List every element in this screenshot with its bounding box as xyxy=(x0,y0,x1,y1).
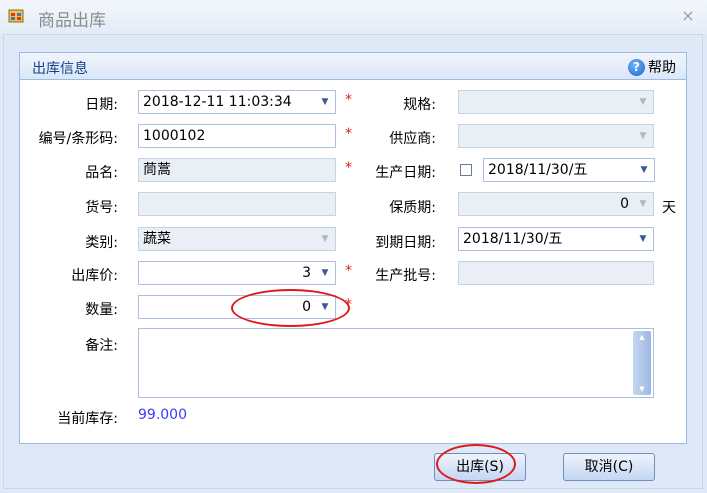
panel-title: 出库信息 xyxy=(32,61,88,77)
mfg-date-picker[interactable]: 2018/11/30/五 ▼ xyxy=(483,158,655,182)
scroll-up-icon[interactable]: ▲ xyxy=(633,331,651,343)
scroll-down-icon[interactable]: ▼ xyxy=(633,383,651,395)
stock-label: 当前库存: xyxy=(57,411,118,427)
expiry-date-label: 到期日期: xyxy=(375,235,436,251)
batch-label: 生产批号: xyxy=(375,268,436,284)
spinner-icon[interactable]: ▼ xyxy=(317,296,333,318)
chevron-down-icon[interactable]: ▼ xyxy=(635,228,651,250)
price-value: 3 xyxy=(302,265,311,281)
spec-select[interactable]: ▼ xyxy=(458,90,654,114)
mfg-date-label: 生产日期: xyxy=(375,165,436,181)
required-mark: * xyxy=(345,126,352,142)
supplier-label: 供应商: xyxy=(389,131,436,147)
remark-label: 备注: xyxy=(85,338,118,354)
spinner-icon[interactable]: ▼ xyxy=(635,193,651,215)
batch-input[interactable] xyxy=(458,261,654,285)
chevron-down-icon[interactable]: ▼ xyxy=(317,228,333,250)
qty-label: 数量: xyxy=(85,302,118,318)
quantity-stepper[interactable]: 0 ▼ xyxy=(138,295,336,319)
close-icon: × xyxy=(681,6,695,25)
required-mark: * xyxy=(345,160,352,176)
help-button[interactable]: ? 帮助 xyxy=(628,57,676,77)
outbound-button[interactable]: 出库(S) xyxy=(434,453,526,481)
name-input[interactable]: 茼蒿 xyxy=(138,158,336,182)
required-mark: * xyxy=(345,263,352,279)
name-label: 品名: xyxy=(85,165,118,181)
mfg-date-checkbox[interactable] xyxy=(460,164,472,176)
required-mark: * xyxy=(345,92,352,108)
supplier-select[interactable]: ▼ xyxy=(458,124,654,148)
price-label: 出库价: xyxy=(71,268,118,284)
remark-scrollbar[interactable]: ▲ ▼ xyxy=(633,331,651,395)
stock-value: 99.000 xyxy=(138,407,187,423)
app-window-icon xyxy=(8,9,24,23)
panel-header: 出库信息 ? 帮助 xyxy=(20,53,686,80)
help-label: 帮助 xyxy=(648,60,676,76)
chevron-down-icon[interactable]: ▼ xyxy=(317,91,333,113)
mfg-date-value: 2018/11/30/五 xyxy=(488,162,588,178)
shelf-life-label: 保质期: xyxy=(389,200,436,216)
remark-textarea[interactable]: ▲ ▼ xyxy=(138,328,654,398)
title-bar: 商品出库 × xyxy=(0,0,707,34)
chevron-down-icon[interactable]: ▼ xyxy=(636,159,652,181)
spec-label: 规格: xyxy=(403,97,436,113)
category-label: 类别: xyxy=(85,235,118,251)
window-title: 商品出库 xyxy=(38,11,106,31)
code-input[interactable]: 1000102 xyxy=(138,124,336,148)
expiry-date-value: 2018/11/30/五 xyxy=(463,231,563,247)
required-mark: * xyxy=(345,297,352,313)
spinner-icon[interactable]: ▼ xyxy=(317,262,333,284)
expiry-date-picker[interactable]: 2018/11/30/五 ▼ xyxy=(458,227,654,251)
close-button[interactable]: × xyxy=(678,6,698,26)
date-value: 2018-12-11 11:03:34 xyxy=(143,94,292,110)
cargo-input[interactable] xyxy=(138,192,336,216)
qty-value: 0 xyxy=(302,299,311,315)
shelf-life-stepper[interactable]: 0 ▼ xyxy=(458,192,654,216)
shelf-life-value: 0 xyxy=(620,196,629,212)
cancel-button[interactable]: 取消(C) xyxy=(563,453,655,481)
category-select[interactable]: 蔬菜 ▼ xyxy=(138,227,336,251)
date-field[interactable]: 2018-12-11 11:03:34 ▼ xyxy=(138,90,336,114)
code-value: 1000102 xyxy=(143,128,206,144)
chevron-down-icon[interactable]: ▼ xyxy=(635,91,651,113)
cargo-label: 货号: xyxy=(85,200,118,216)
shelf-life-unit: 天 xyxy=(662,200,676,216)
chevron-down-icon[interactable]: ▼ xyxy=(635,125,651,147)
price-input[interactable]: 3 ▼ xyxy=(138,261,336,285)
category-value: 蔬菜 xyxy=(143,231,171,247)
help-icon: ? xyxy=(628,58,645,76)
code-label: 编号/条形码: xyxy=(38,131,118,147)
name-value: 茼蒿 xyxy=(143,162,171,178)
date-label: 日期: xyxy=(85,97,118,113)
